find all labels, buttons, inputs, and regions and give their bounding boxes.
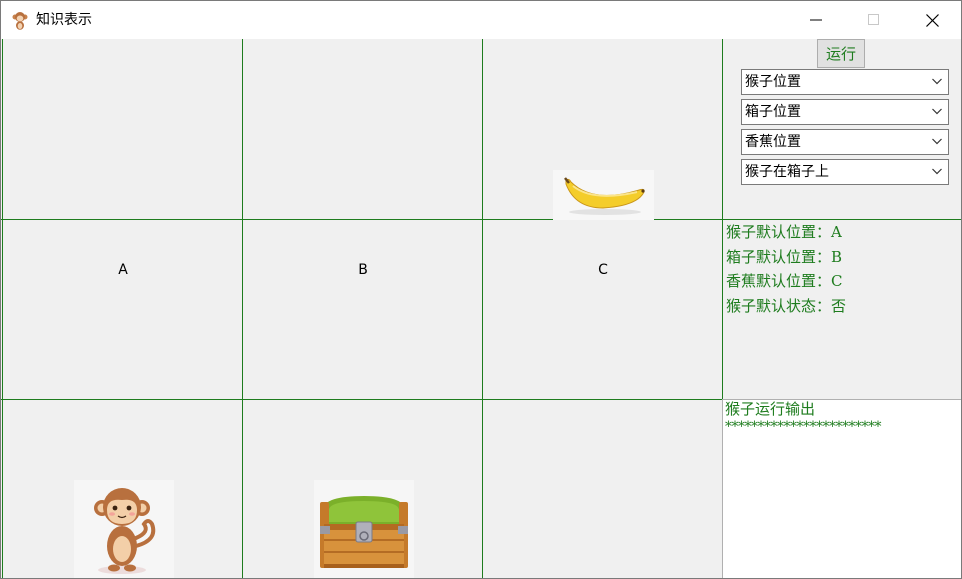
info-line-box: 箱子默认位置：B bbox=[726, 247, 843, 266]
position-label-b: B bbox=[358, 262, 368, 278]
info-line-banana: 香蕉默认位置：C bbox=[726, 272, 843, 290]
title-bar[interactable]: 知识表示 bbox=[1, 1, 961, 39]
chevron-down-icon bbox=[932, 78, 942, 85]
banana-icon bbox=[564, 177, 645, 215]
select-value: 猴子在箱子上 bbox=[745, 164, 829, 180]
banana-image bbox=[553, 170, 654, 220]
maximize-icon bbox=[868, 14, 879, 25]
chevron-down-icon bbox=[932, 138, 942, 145]
monkey-app-icon bbox=[12, 12, 28, 30]
grid-line bbox=[2, 39, 3, 578]
close-button[interactable] bbox=[903, 1, 961, 39]
monkey-position-select[interactable]: 猴子位置 bbox=[741, 69, 949, 95]
info-line-state: 猴子默认状态：否 bbox=[726, 296, 847, 315]
output-separator: ************************ bbox=[725, 419, 882, 435]
default-info: 猴子默认位置：A 箱子默认位置：B 香蕉默认位置：C 猴子默认状态：否 bbox=[726, 220, 846, 318]
banana-position-select[interactable]: 香蕉位置 bbox=[741, 129, 949, 155]
minimize-icon bbox=[810, 19, 822, 21]
window-title: 知识表示 bbox=[36, 12, 92, 28]
chevron-down-icon bbox=[932, 108, 942, 115]
maximize-button[interactable] bbox=[845, 1, 903, 39]
position-label-a: A bbox=[118, 262, 128, 278]
box-position-select[interactable]: 箱子位置 bbox=[741, 99, 949, 125]
select-value: 箱子位置 bbox=[745, 104, 801, 120]
grid-line bbox=[482, 39, 483, 578]
grid-line bbox=[1, 399, 723, 400]
world-grid: A B C 运行 猴子位置 箱子位置 香蕉位置 猴子在箱子上 猴子默认位置：A … bbox=[1, 39, 961, 578]
run-button[interactable]: 运行 bbox=[817, 39, 865, 68]
monkey-icon bbox=[94, 488, 156, 574]
select-value: 香蕉位置 bbox=[745, 134, 801, 150]
close-icon bbox=[925, 13, 939, 27]
box-image bbox=[314, 480, 414, 578]
output-textbox[interactable]: 猴子运行输出 ************************ bbox=[722, 399, 961, 578]
app-window: 知识表示 A B C 运行 猴子位置 箱子位置 香蕉位置 猴子在箱子上 猴子默认… bbox=[0, 0, 962, 579]
output-heading: 猴子运行输出 bbox=[725, 400, 816, 418]
select-value: 猴子位置 bbox=[745, 74, 801, 90]
monkey-on-box-select[interactable]: 猴子在箱子上 bbox=[741, 159, 949, 185]
grid-line bbox=[242, 39, 243, 578]
info-line-monkey: 猴子默认位置：A bbox=[726, 223, 842, 241]
position-label-c: C bbox=[598, 262, 608, 278]
monkey-image bbox=[74, 480, 174, 578]
minimize-button[interactable] bbox=[787, 1, 845, 39]
chevron-down-icon bbox=[932, 168, 942, 175]
treasure-chest-icon bbox=[320, 496, 408, 568]
